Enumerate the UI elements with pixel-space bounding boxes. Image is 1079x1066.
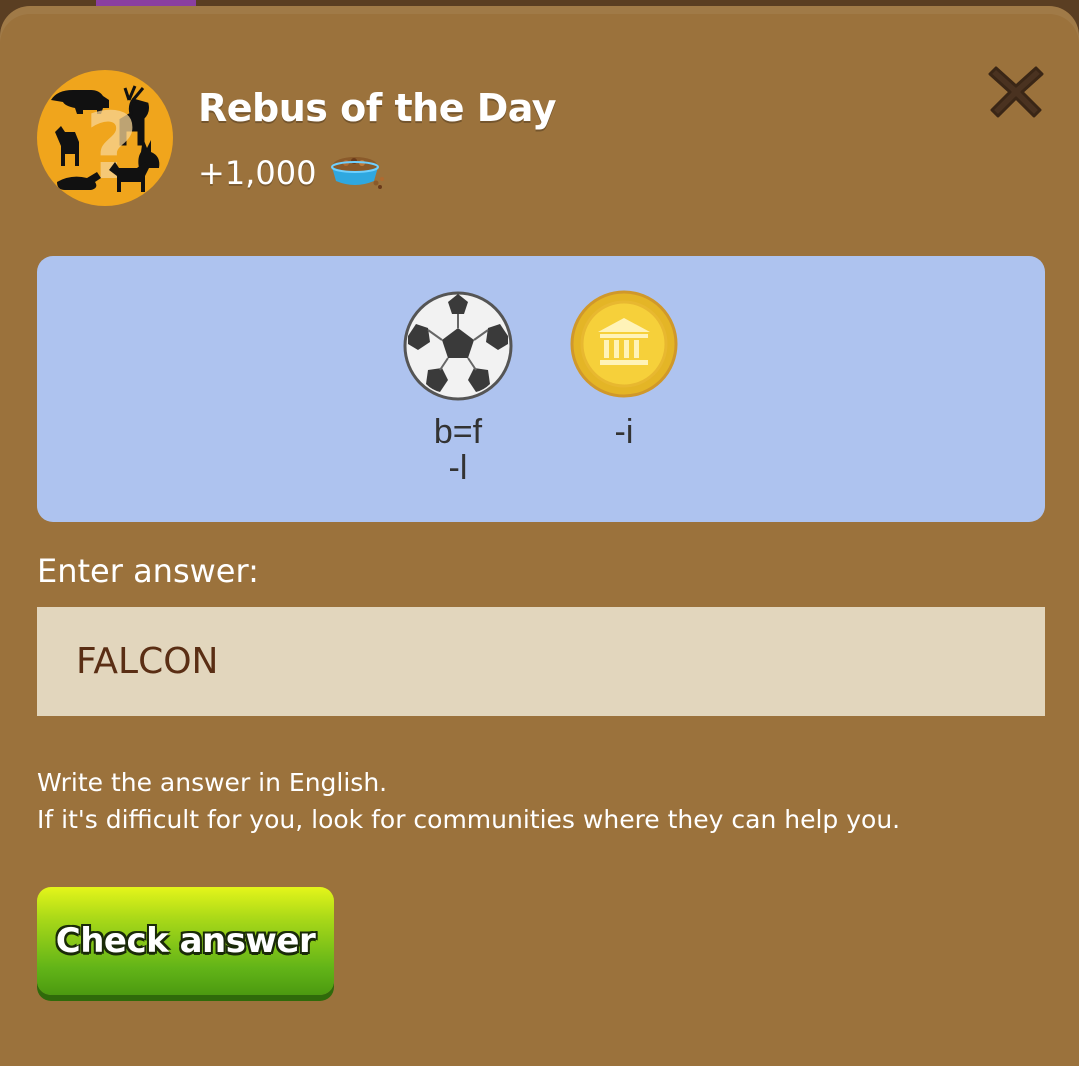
close-icon [988,66,1044,118]
check-answer-button[interactable]: Check answer [37,887,334,995]
check-answer-label: Check answer [55,921,316,961]
rebus-dialog: ? Rebus of the Day +1,000 b=f -l -i Ente… [0,6,1079,1066]
instructions-line-1: Write the answer in English. [37,768,388,797]
rebus-item-2: -i [569,290,679,450]
soccer-ball-icon [403,291,513,401]
animals-silhouette-avatar: ? [37,70,173,206]
gold-coin-icon [570,290,678,398]
reward: +1,000 [198,151,388,195]
dialog-title: Rebus of the Day [198,86,557,130]
rebus-item-1: b=f -l [399,290,517,486]
instructions-line-2: If it's difficult for you, look for comm… [37,805,901,834]
rebus-panel: b=f -l -i [37,256,1045,522]
rebus-hint-1: b=f -l [433,413,483,487]
reward-amount: +1,000 [198,154,317,192]
rebus-hint-2: -i [614,413,634,451]
close-button[interactable] [982,56,1050,124]
instructions: Write the answer in English. If it's dif… [37,764,900,838]
pet-food-bowl-icon [328,151,388,195]
animals-silhouette-icon: ? [51,85,160,200]
answer-input[interactable] [37,607,1045,716]
answer-label: Enter answer: [37,552,259,590]
